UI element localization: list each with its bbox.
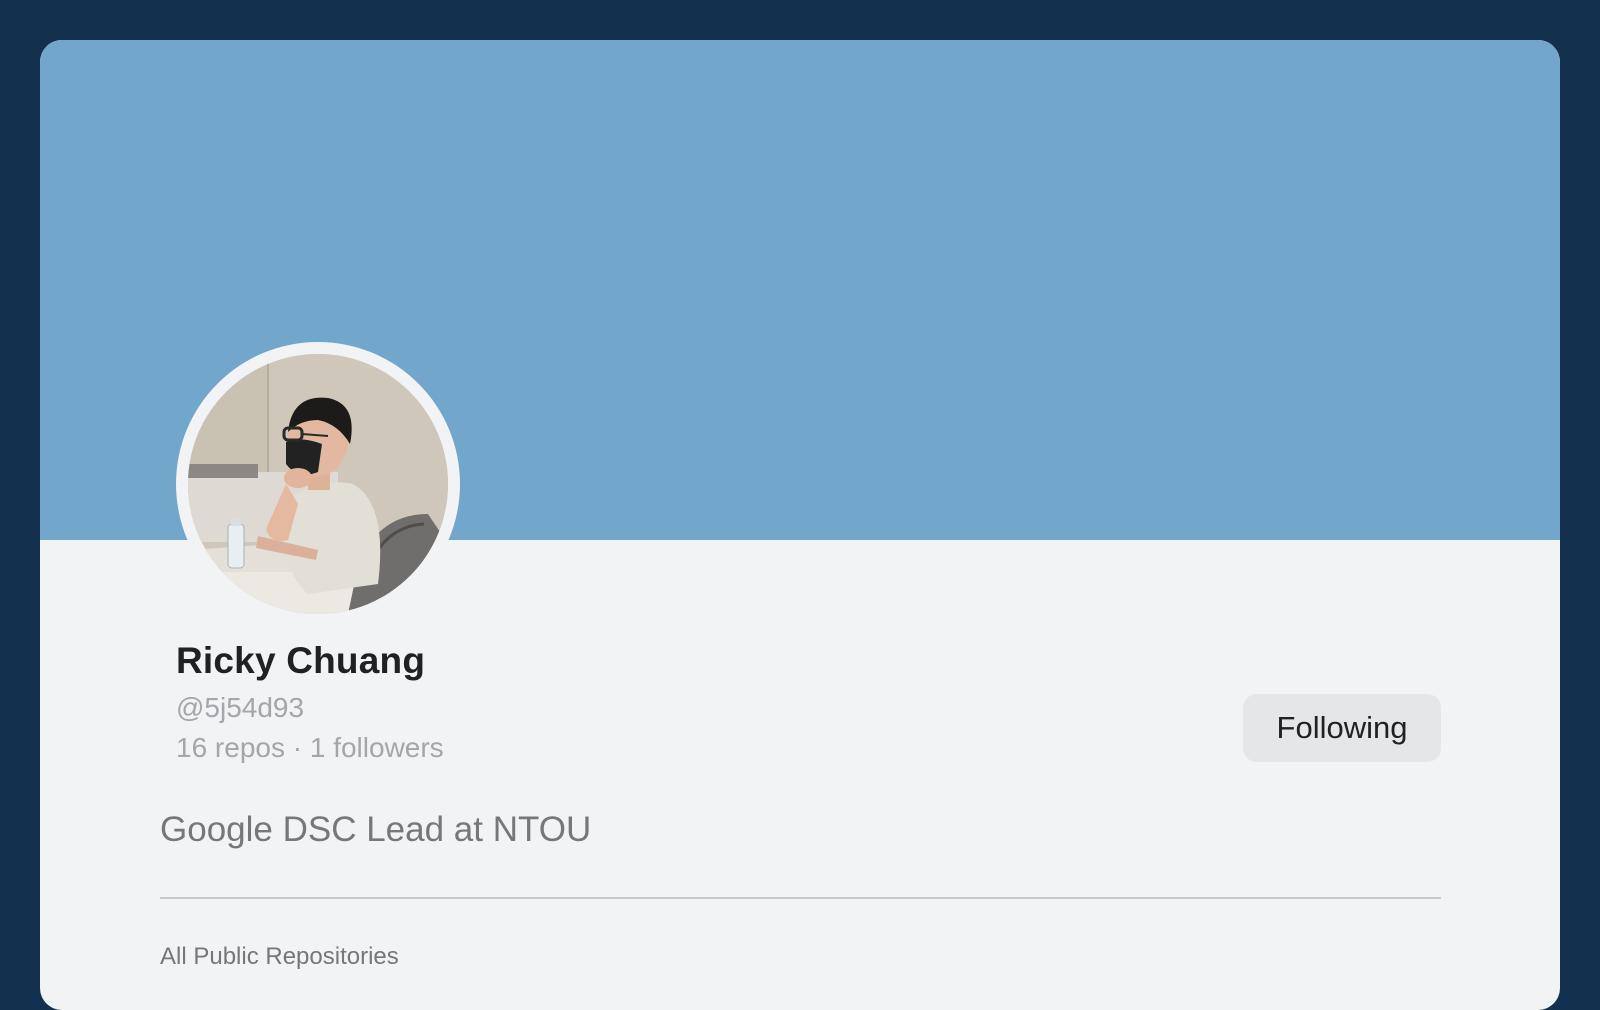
following-button[interactable]: Following [1243, 694, 1441, 762]
avatar[interactable] [188, 354, 448, 614]
profile-card: Ricky Chuang @5j54d93 16 repos · 1 follo… [40, 40, 1560, 1010]
avatar-ring [176, 342, 460, 626]
profile-bio: Google DSC Lead at NTOU [160, 810, 592, 849]
profile-stats: 16 repos · 1 followers [176, 732, 444, 763]
profile-handle: @5j54d93 [176, 692, 305, 723]
avatar-photo [188, 354, 448, 614]
repositories-section-title: All Public Repositories [160, 943, 399, 970]
section-divider [160, 897, 1441, 899]
profile-name: Ricky Chuang [176, 640, 426, 681]
